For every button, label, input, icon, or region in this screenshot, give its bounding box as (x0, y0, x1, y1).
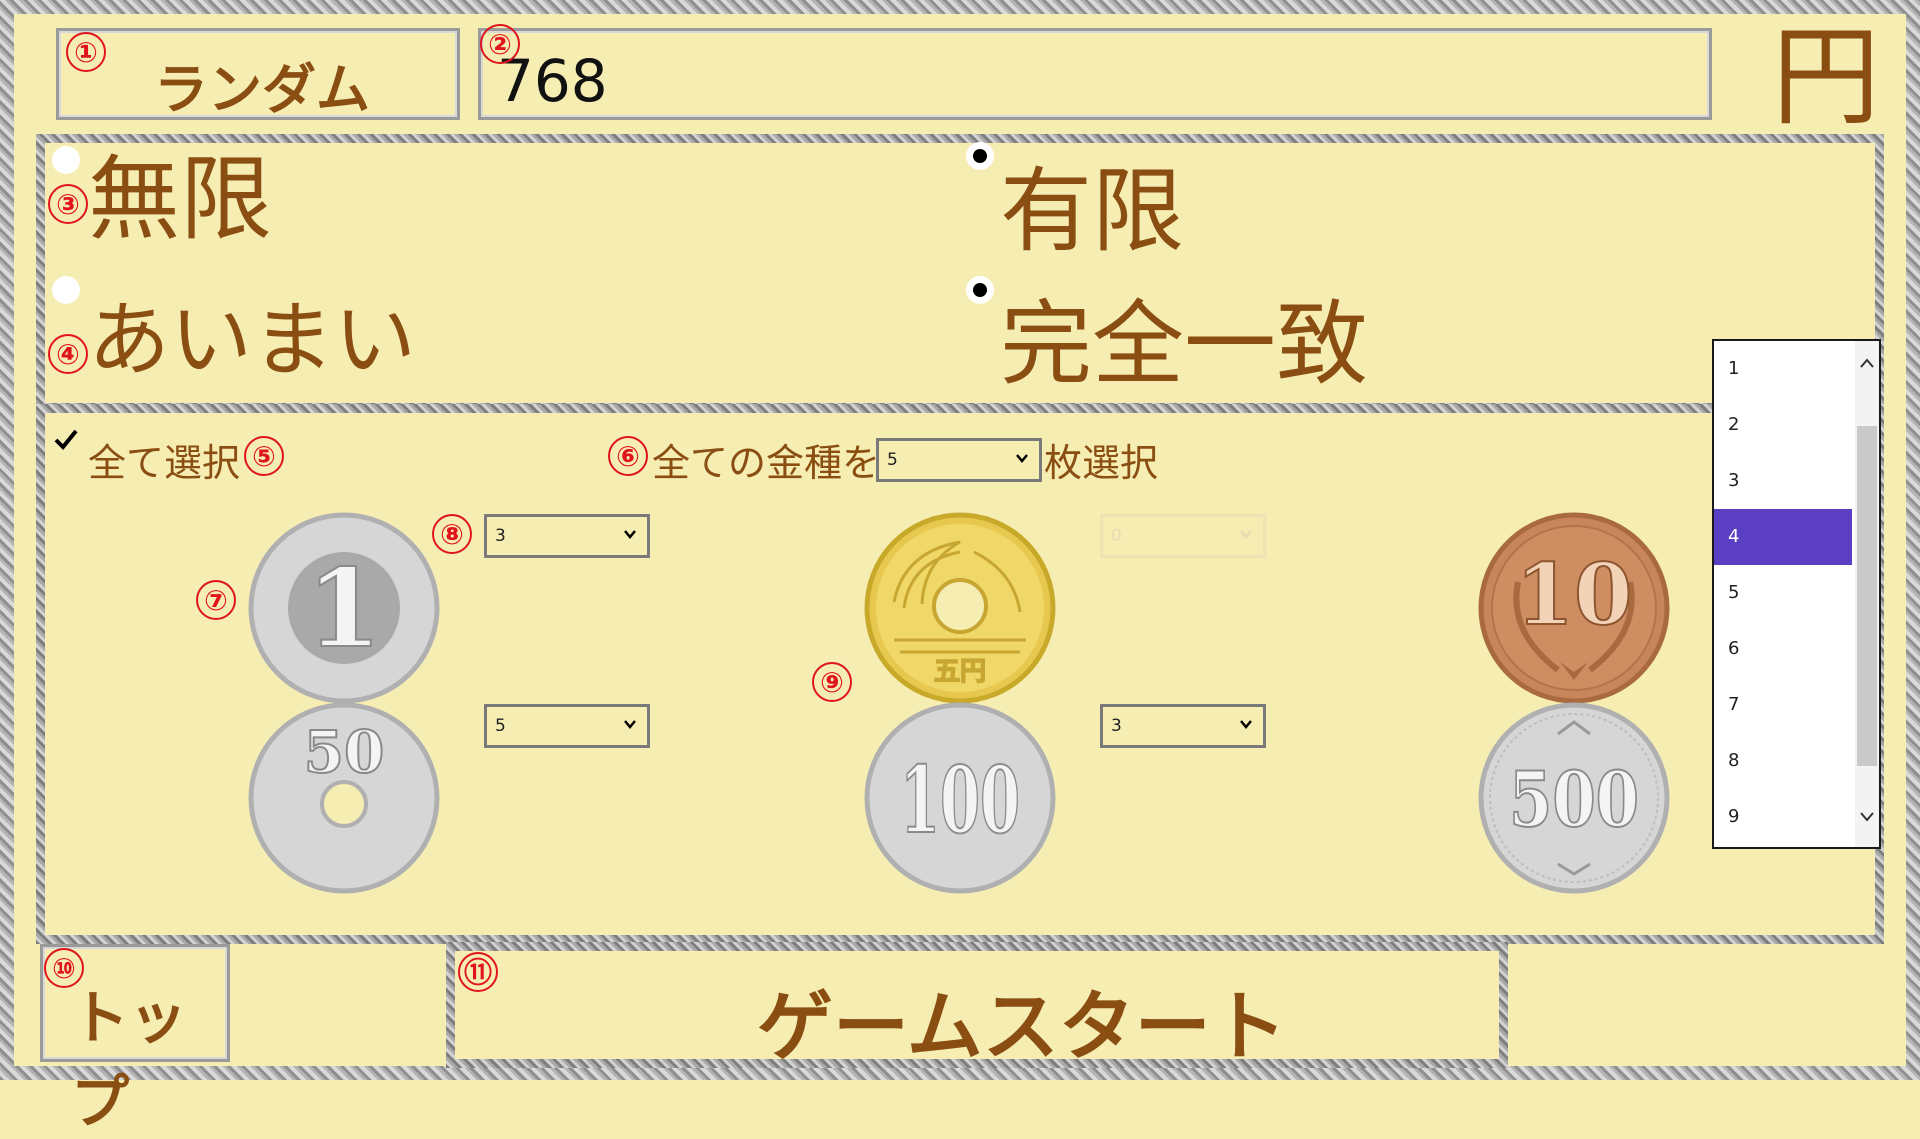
label-fuzzy: あいまい (88, 293, 417, 388)
label-exact: 完全一致 (1000, 291, 1369, 398)
coin-100-select-value: 3 (1111, 716, 1122, 736)
chevron-down-icon (1240, 530, 1252, 539)
marker-5: ⑤ (244, 436, 284, 476)
coin-1-yen[interactable]: 1 (248, 512, 440, 704)
coin-500-face: 500 (1509, 755, 1639, 844)
label-infinite: 無限 (88, 146, 273, 253)
radio-fuzzy[interactable] (52, 276, 80, 304)
label-finite: 有限 (1000, 158, 1185, 265)
coin-10-yen[interactable]: 10 (1478, 512, 1670, 704)
marker-11: ⑪ (458, 952, 498, 992)
coin-100-select[interactable]: 3 (1100, 704, 1266, 748)
all-coins-prefix: 全ての金種を (652, 441, 881, 485)
marker-10: ⑩ (44, 948, 84, 988)
marker-7: ⑦ (196, 580, 236, 620)
random-button-label: ランダム (154, 58, 370, 121)
dropdown-option[interactable]: 2 (1714, 397, 1852, 453)
all-coins-suffix: 枚選択 (1044, 441, 1159, 485)
coin-1-face: 1 (306, 546, 381, 672)
chevron-down-icon[interactable] (1859, 811, 1875, 823)
coin-1-select[interactable]: 3 (484, 514, 650, 558)
coin-50-face: 50 (304, 718, 385, 786)
coin-500-yen[interactable]: 500 (1478, 702, 1670, 894)
dropdown-option[interactable]: 3 (1714, 453, 1852, 509)
dropdown-option[interactable]: 5 (1714, 565, 1852, 621)
radio-infinite[interactable] (52, 146, 80, 174)
radio-finite[interactable] (966, 142, 994, 170)
coin-100-face: 100 (900, 746, 1020, 854)
dropdown-option[interactable]: 4 (1714, 509, 1852, 565)
coin-50-select-value: 5 (495, 716, 506, 736)
marker-2: ② (480, 24, 520, 64)
top-button-label: トップ (71, 984, 188, 1136)
coin-count-dropdown-list[interactable]: 123456789 (1712, 339, 1881, 849)
chevron-down-icon (624, 720, 636, 729)
coin-10-face: 10 (1516, 545, 1633, 644)
coin-5-select: 0 (1100, 514, 1266, 558)
marker-1: ① (66, 32, 106, 72)
all-coins-select[interactable]: 5 (876, 438, 1042, 482)
dropdown-option[interactable]: 7 (1714, 677, 1852, 733)
start-button-label: ゲームスタート (757, 982, 1287, 1071)
coin-100-yen[interactable]: 100 (864, 702, 1056, 894)
marker-9: ⑨ (812, 662, 852, 702)
coin-5-yen[interactable]: 五円 (864, 512, 1056, 704)
coin-1-select-value: 3 (495, 526, 506, 546)
dropdown-option[interactable]: 8 (1714, 733, 1852, 789)
currency-label: 円 (1772, 15, 1881, 140)
dropdown-option[interactable]: 1 (1714, 341, 1852, 397)
random-button[interactable]: ランダム (56, 28, 460, 121)
radio-exact[interactable] (966, 276, 994, 304)
chevron-up-icon[interactable] (1859, 357, 1875, 369)
marker-6: ⑥ (608, 436, 648, 476)
marker-4: ④ (48, 334, 88, 374)
coin-5-face: 五円 (934, 657, 986, 687)
coin-5-select-value: 0 (1111, 526, 1122, 546)
amount-input[interactable]: 768 (478, 28, 1712, 120)
select-all-label: 全て選択 (88, 441, 241, 485)
chevron-down-icon (1016, 454, 1028, 463)
all-coins-select-value: 5 (887, 450, 898, 470)
marker-3: ③ (48, 184, 88, 224)
chevron-down-icon (624, 530, 636, 539)
dropdown-scroll-thumb[interactable] (1857, 426, 1877, 766)
dropdown-option[interactable]: 9 (1714, 789, 1852, 845)
select-all-checkbox[interactable] (52, 426, 80, 454)
chevron-down-icon (1240, 720, 1252, 729)
coin-50-yen[interactable]: 50 (248, 702, 440, 894)
dropdown-option[interactable]: 6 (1714, 621, 1852, 677)
coin-50-select[interactable]: 5 (484, 704, 650, 748)
dropdown-scrollbar[interactable] (1855, 341, 1879, 847)
start-button[interactable]: ゲームスタート (446, 942, 1508, 1071)
marker-8: ⑧ (432, 514, 472, 554)
